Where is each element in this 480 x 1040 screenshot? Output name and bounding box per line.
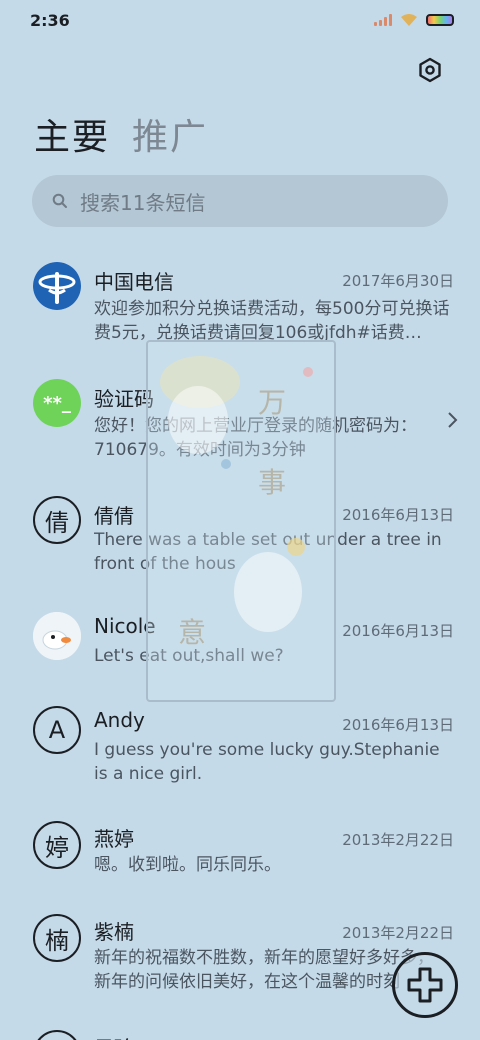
search-input[interactable]: 搜索11条短信: [32, 175, 448, 227]
conversation-name: 倩倩: [94, 504, 134, 528]
new-message-button[interactable]: [392, 952, 458, 1018]
status-icons: [374, 13, 454, 27]
plus-icon: [407, 967, 443, 1003]
conversation-item[interactable]: 婷 燕婷 2013年2月22日 嗯。收到啦。同乐同乐。: [0, 821, 480, 901]
status-bar: 2:36: [0, 0, 480, 40]
battery-icon: [426, 14, 454, 26]
settings-button[interactable]: [414, 54, 446, 86]
conversation-date: 2016年6月13日: [342, 716, 454, 734]
avatar: A: [33, 706, 81, 754]
avatar: 楠: [33, 914, 81, 962]
conversation-preview: 您好！您的网上营业厅登录的随机密码为：710679。有效时间为3分钟: [94, 416, 417, 460]
conversation-item[interactable]: 倩 倩倩 2016年6月13日 There was a table set ou…: [0, 494, 480, 594]
avatar-initial: 倩: [45, 508, 69, 537]
avatar-initial: 楠: [45, 926, 69, 955]
conversation-item[interactable]: Nicole 2016年6月13日 Let's eat out,shall we…: [0, 610, 480, 690]
conversation-preview: Let's eat out,shall we?: [94, 646, 284, 666]
wifi-icon: [401, 14, 417, 26]
chevron-right-icon[interactable]: [446, 411, 458, 429]
tab-bar: 主要 推广: [34, 108, 208, 160]
signal-icon: [374, 14, 392, 26]
search-placeholder: 搜索11条短信: [80, 190, 206, 215]
conversation-date: 2016年6月13日: [342, 622, 454, 640]
conversation-name: 验证码: [94, 387, 154, 411]
conversation-name: 燕婷: [94, 827, 134, 851]
conversation-preview: I guess you're some lucky guy.Stephanie …: [94, 740, 440, 784]
avatar: 婷: [33, 821, 81, 869]
conversation-date: 2016年6月13日: [342, 506, 454, 524]
conversation-item[interactable]: 子玲: [0, 1026, 480, 1040]
avatar: [33, 612, 81, 660]
conversation-date: 2013年2月22日: [342, 831, 454, 849]
conversation-name: 子玲: [94, 1032, 134, 1040]
avatar: **_: [33, 379, 81, 427]
avatar-initial: A: [48, 716, 66, 744]
avatar-photo: [33, 612, 81, 660]
conversation-name: 中国电信: [94, 270, 174, 294]
conversation-date: 2013年2月22日: [342, 924, 454, 942]
conversation-name: 紫楠: [94, 920, 134, 944]
avatar: 倩: [33, 496, 81, 544]
conversation-item[interactable]: **_ 验证码 您好！您的网上营业厅登录的随机密码为：710679。有效时间为3…: [0, 377, 480, 487]
gear-icon: [419, 57, 441, 83]
avatar: [33, 262, 81, 310]
verification-code-icon: **_: [43, 392, 71, 414]
conversation-item[interactable]: 中国电信 2017年6月30日 欢迎参加积分兑换话费活动，每500分可兑换话费5…: [0, 260, 480, 370]
search-icon: [52, 193, 67, 208]
conversation-preview: 嗯。收到啦。同乐同乐。: [94, 855, 281, 875]
tab-promo[interactable]: 推广: [132, 108, 208, 160]
china-telecom-logo-icon: [33, 262, 81, 310]
conversation-item[interactable]: A Andy 2016年6月13日 I guess you're some lu…: [0, 704, 480, 804]
tab-primary[interactable]: 主要: [34, 108, 110, 160]
conversation-preview: There was a table set out under a tree i…: [94, 530, 442, 574]
conversation-date: 2017年6月30日: [342, 272, 454, 290]
conversation-name: Andy: [94, 708, 145, 732]
avatar-initial: 婷: [45, 833, 69, 862]
conversation-preview: 欢迎参加积分兑换话费活动，每500分可兑换话费5元，兑换话费请回复106或jfd…: [94, 299, 450, 343]
status-time: 2:36: [30, 10, 70, 30]
avatar: [33, 1030, 81, 1040]
conversation-name: Nicole: [94, 614, 156, 638]
